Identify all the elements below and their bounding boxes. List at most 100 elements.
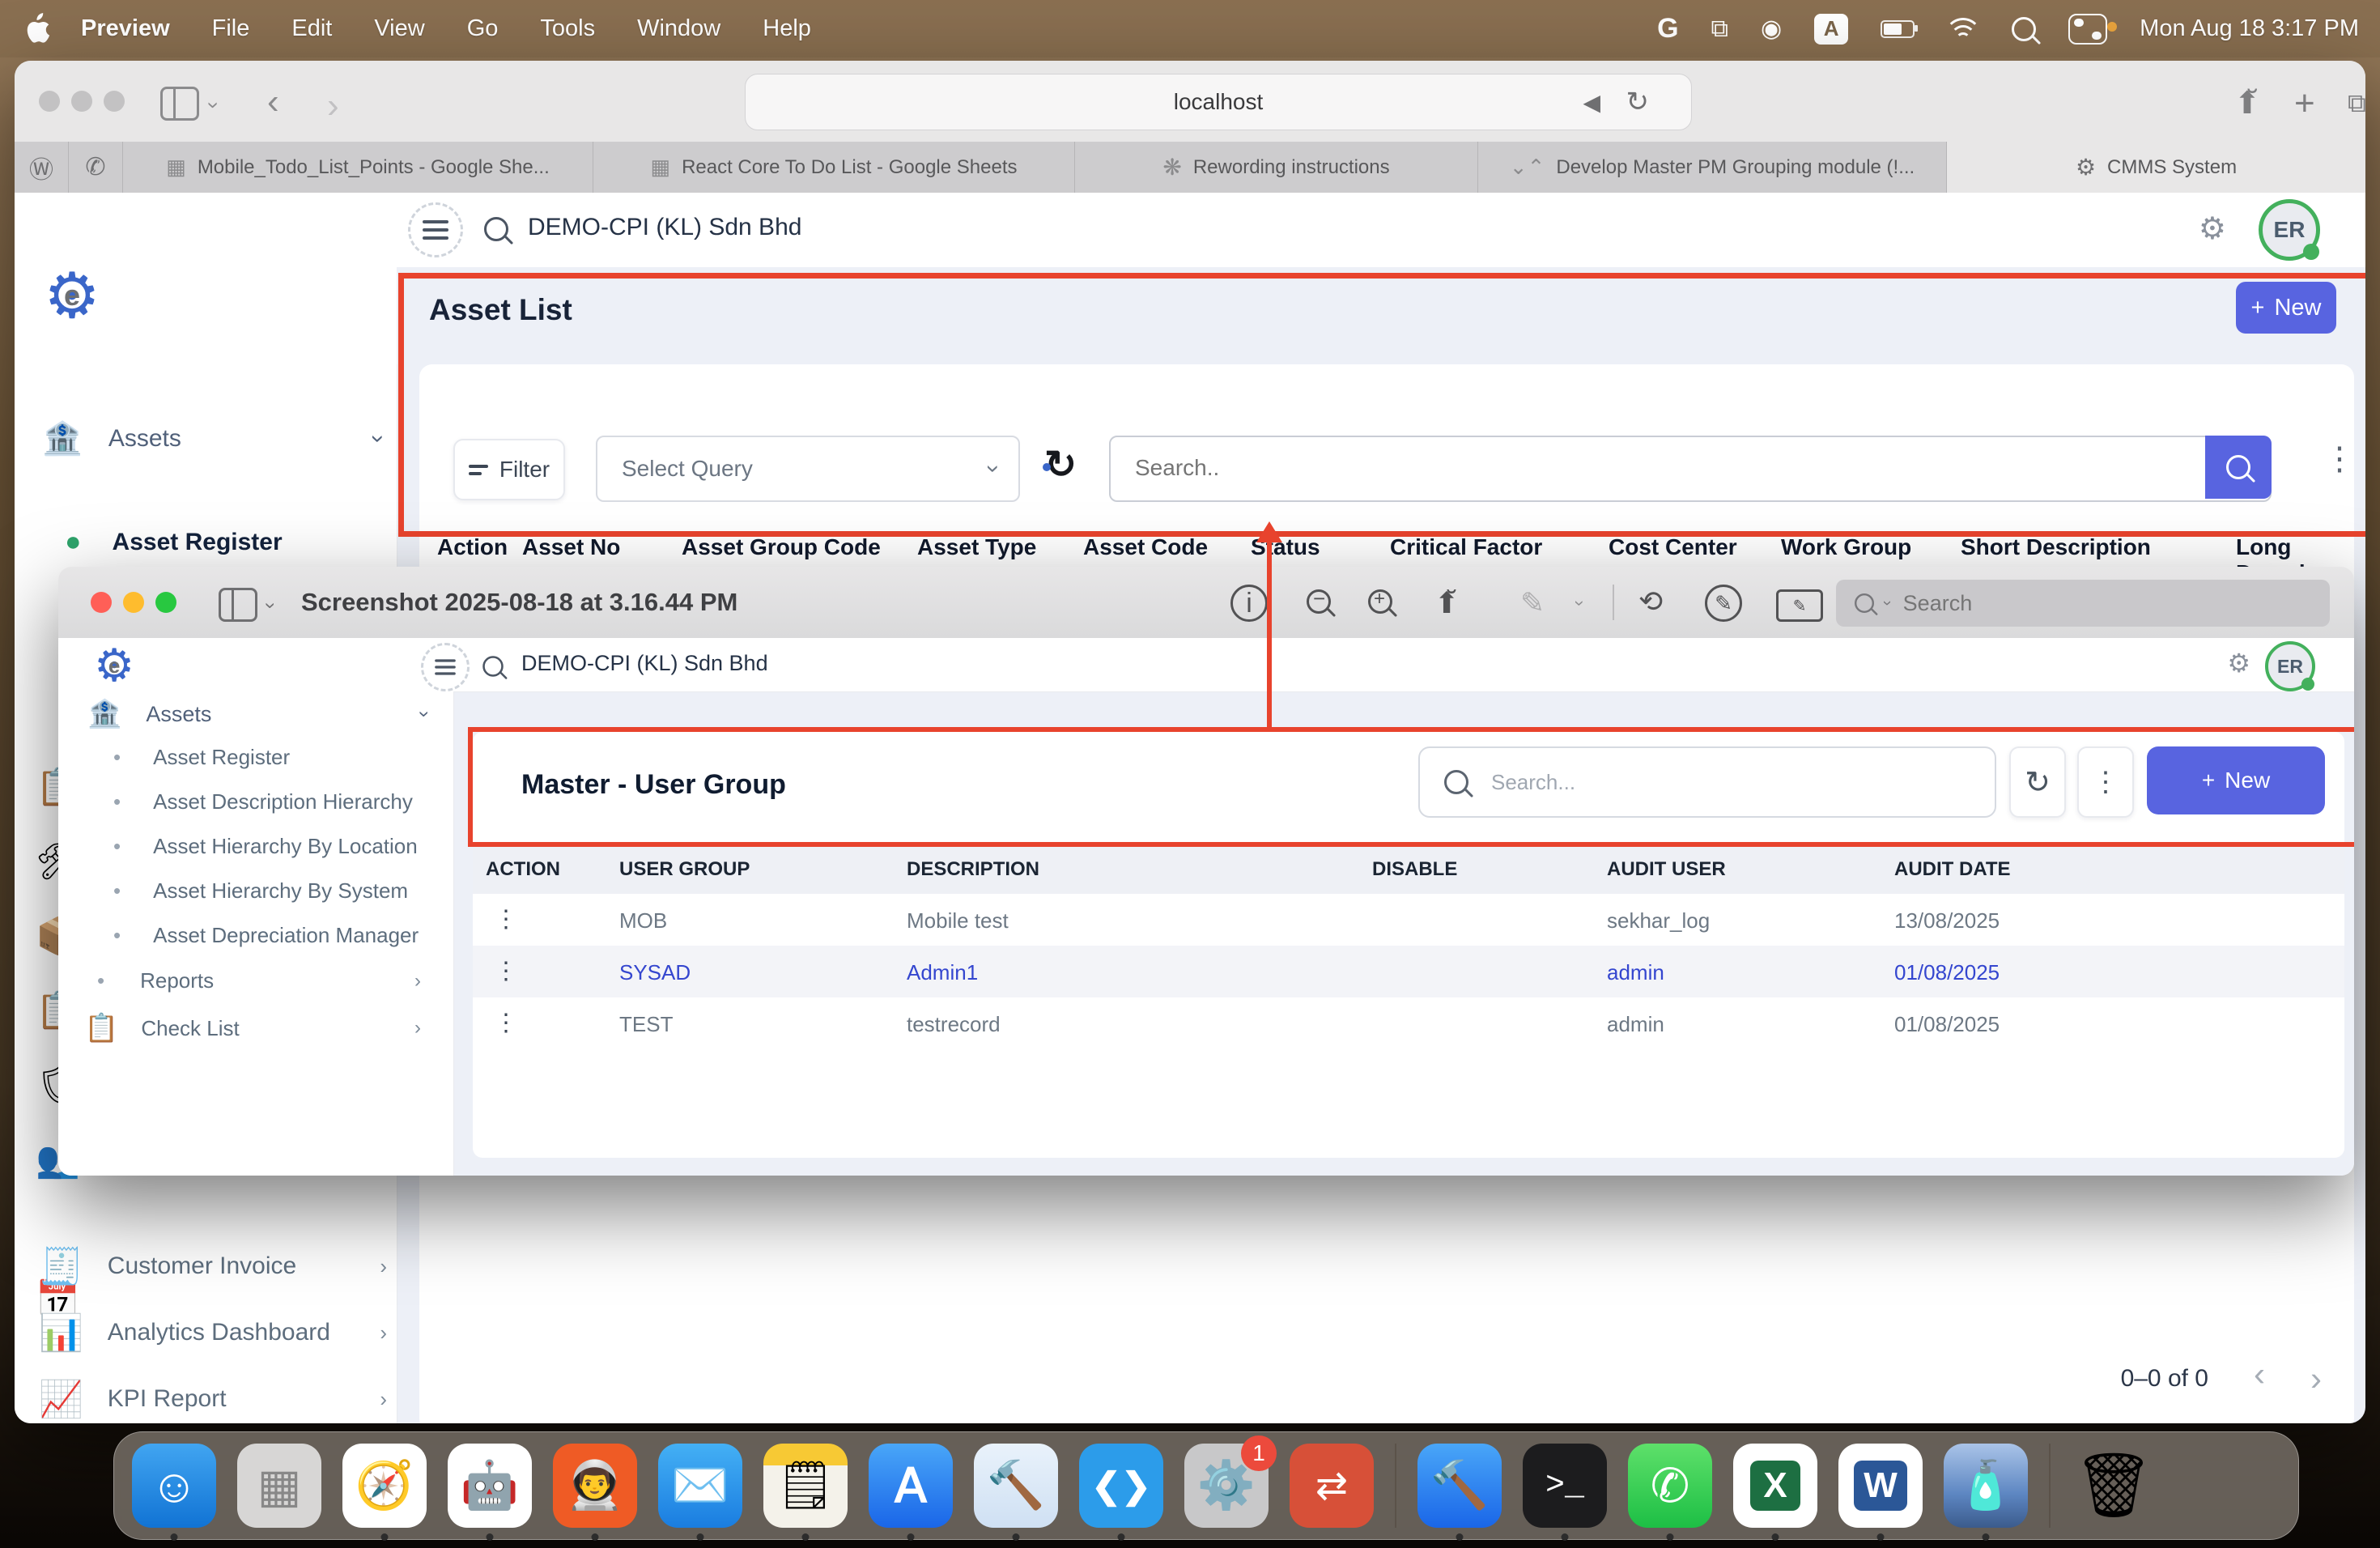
battery-icon[interactable]: [1881, 20, 1915, 38]
mute-icon[interactable]: ◀: [1583, 89, 1600, 116]
dock-trash-icon[interactable]: 🗑: [2072, 1444, 2156, 1528]
gitlab-icon: ⌄⌃: [1510, 155, 1545, 180]
minimize-button[interactable]: [71, 91, 92, 112]
zoom-button[interactable]: [155, 592, 176, 613]
dock-divider: [2049, 1444, 2051, 1528]
grammarly-icon[interactable]: G: [1657, 13, 1678, 45]
dock-app-store-icon[interactable]: 𝖠: [869, 1444, 953, 1528]
table-row[interactable]: ⋮ TEST testrecord admin 01/08/2025: [473, 997, 2344, 1049]
forward-icon[interactable]: ›: [327, 88, 339, 124]
copy-stack-icon[interactable]: ⧉: [1711, 15, 1728, 43]
menu-bar-clock[interactable]: Mon Aug 18 3:17 PM: [2140, 15, 2359, 42]
close-button[interactable]: [91, 592, 112, 613]
wifi-icon[interactable]: [1947, 18, 1979, 40]
menu-help[interactable]: Help: [763, 15, 811, 42]
info-icon[interactable]: i: [1230, 585, 1268, 622]
spotlight-icon[interactable]: [2012, 17, 2036, 41]
apple-menu-icon[interactable]: [24, 13, 52, 49]
highlight-pen-icon[interactable]: ✎: [1520, 586, 1545, 620]
dock-terminal-icon[interactable]: >_: [1523, 1444, 1607, 1528]
sidebar-toggle-icon[interactable]: [160, 87, 199, 121]
rotate-icon[interactable]: ⟲: [1638, 585, 1663, 619]
menu-view[interactable]: View: [374, 15, 424, 42]
play-circle-icon[interactable]: ◉: [1761, 15, 1782, 43]
menu-window[interactable]: Window: [637, 15, 720, 42]
dock-settings-icon[interactable]: ⚙️ 1: [1184, 1444, 1269, 1528]
shot-sidebar: ⚙e 🏦 Assets › • Asset Register • Asset D…: [58, 638, 454, 1176]
dock-word-icon[interactable]: W: [1838, 1444, 1923, 1528]
dock-notes-icon[interactable]: 🗒: [763, 1444, 848, 1528]
pen-chevron-icon[interactable]: ›: [1571, 600, 1589, 606]
dock-postman-icon[interactable]: 👨‍🚀: [553, 1444, 637, 1528]
new-tab-icon[interactable]: +: [2294, 83, 2315, 124]
input-source-icon[interactable]: A: [1814, 14, 1848, 45]
tab-sheets-2[interactable]: ▦ React Core To Do List - Google Sheets: [593, 142, 1074, 193]
dock: ☺ ▦ 🧭 🤖 👨‍🚀 ✉️ 🗒 𝖠 🔨 ❮❯ ⚙️ 1 ⇄ 🔨 >_ ✆ X …: [113, 1431, 2299, 1540]
table-row[interactable]: ⋮ SYSAD Admin1 admin 01/08/2025: [473, 946, 2344, 997]
dock-android-studio-icon[interactable]: 🤖: [448, 1444, 532, 1528]
sidebar-group-assets[interactable]: 🏦 Assets ›: [42, 419, 382, 457]
menu-app-name[interactable]: Preview: [81, 15, 170, 42]
page-prev-icon[interactable]: ›: [2254, 1362, 2265, 1396]
tab-gitlab[interactable]: ⌄⌃ Develop Master PM Grouping module (!.…: [1477, 142, 1946, 193]
menu-file[interactable]: File: [212, 15, 250, 42]
sidebar-chevron-icon[interactable]: ›: [203, 102, 224, 109]
sidebar-toggle-icon[interactable]: [219, 588, 257, 622]
text-box-icon[interactable]: ✎: [1776, 589, 1823, 622]
sidebar-item-kpi-report[interactable]: 📈 KPI Report ›: [39, 1378, 387, 1420]
col-short-description: Short Description: [1961, 534, 2151, 560]
gear-icon[interactable]: ⚙: [2199, 211, 2226, 247]
dock-screen-share-icon[interactable]: ⇄: [1290, 1444, 1374, 1528]
tab-cmms-active[interactable]: ⚙ CMMS System: [1946, 142, 2365, 193]
dock-whatsapp-icon[interactable]: ✆: [1628, 1444, 1712, 1528]
menu-toggle-button[interactable]: [408, 202, 463, 257]
dock-testflight-icon[interactable]: 🔨: [1417, 1444, 1502, 1528]
dock-excel-icon[interactable]: X: [1733, 1444, 1817, 1528]
toolbar-divider: [1613, 585, 1614, 620]
shot-menu-toggle: [421, 643, 470, 691]
dock-image-file-icon[interactable]: 🧴: [1944, 1444, 2028, 1528]
pinned-tab-1[interactable]: Ⓦ: [15, 142, 68, 193]
preview-search-field[interactable]: ›: [1836, 580, 2330, 627]
minimize-button[interactable]: [123, 592, 144, 613]
markup-icon[interactable]: ✎: [1705, 585, 1742, 622]
table-row[interactable]: ⋮ MOB Mobile test sekhar_log 13/08/2025: [473, 894, 2344, 946]
avatar[interactable]: ER: [2259, 199, 2320, 261]
row-actions-icon[interactable]: ⋮: [494, 905, 518, 933]
address-bar[interactable]: localhost ◀ ↻: [745, 74, 1692, 130]
dock-xcode-icon[interactable]: 🔨: [974, 1444, 1058, 1528]
pinned-tab-2[interactable]: ✆: [68, 142, 122, 193]
company-search-icon: [482, 656, 504, 677]
analytics-icon: 📊: [39, 1312, 83, 1354]
page-next-icon[interactable]: ›: [2310, 1362, 2322, 1396]
menu-tools[interactable]: Tools: [540, 15, 595, 42]
share-icon[interactable]: ⬆̆: [2234, 85, 2260, 121]
sidebar-chevron-icon[interactable]: ›: [261, 602, 280, 609]
sidebar-item-customer-invoice[interactable]: 🧾 Customer Invoice ›: [39, 1245, 387, 1287]
preview-search-input[interactable]: [1902, 590, 2293, 617]
zoom-button[interactable]: [104, 91, 125, 112]
row-actions-icon[interactable]: ⋮: [494, 957, 518, 985]
address-url: localhost: [1174, 89, 1264, 115]
share-icon[interactable]: ⬆̆: [1434, 586, 1459, 620]
sidebar-item-asset-register[interactable]: ● Asset Register: [65, 526, 283, 558]
close-button[interactable]: [39, 91, 60, 112]
company-search-icon[interactable]: [484, 217, 508, 241]
tab-chatgpt[interactable]: ❋ Rewording instructions: [1074, 142, 1477, 193]
menu-go[interactable]: Go: [467, 15, 499, 42]
dock-launchpad-icon[interactable]: ▦: [237, 1444, 321, 1528]
sidebar-item-analytics-dashboard[interactable]: 📊 Analytics Dashboard ›: [39, 1312, 387, 1354]
control-center-icon[interactable]: [2068, 14, 2107, 45]
dock-safari-icon[interactable]: 🧭: [342, 1444, 427, 1528]
shot-app-logo: ⚙e: [94, 643, 134, 688]
row-actions-icon[interactable]: ⋮: [494, 1009, 518, 1037]
tab-overview-icon[interactable]: ⧉: [2348, 88, 2365, 119]
tab-sheets-1[interactable]: ▦ Mobile_Todo_List_Points - Google She..…: [122, 142, 593, 193]
back-icon[interactable]: ›: [267, 88, 279, 124]
menu-edit[interactable]: Edit: [291, 15, 332, 42]
assets-icon: 🏦: [42, 419, 83, 457]
dock-vscode-icon[interactable]: ❮❯: [1079, 1444, 1163, 1528]
reload-icon[interactable]: ↻: [1626, 86, 1650, 118]
dock-finder-icon[interactable]: ☺: [132, 1444, 216, 1528]
dock-mail-icon[interactable]: ✉️: [658, 1444, 742, 1528]
